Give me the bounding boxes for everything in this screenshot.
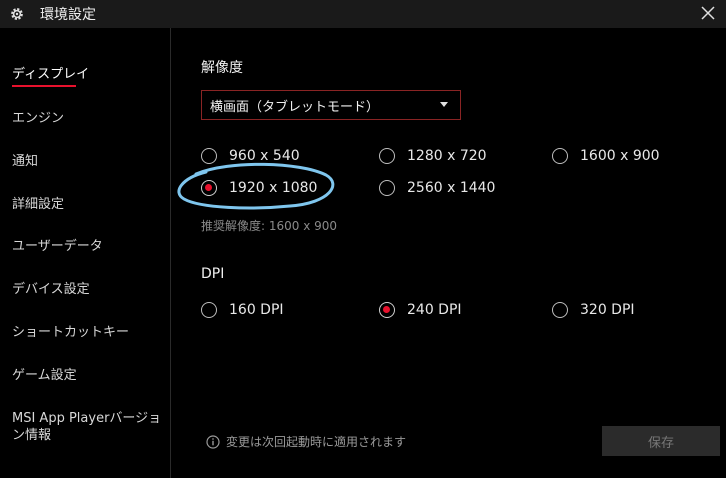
radio-label: 1600 x 900 (580, 148, 660, 164)
display-settings-panel: 解像度 横画面（タブレットモード） 960 x 540 1280 x 720 1… (171, 28, 726, 478)
resolution-option-1600x900[interactable]: 1600 x 900 (552, 148, 660, 164)
active-tab-underline (12, 85, 76, 87)
version-label-line1: MSI App Playerバージョ (12, 411, 162, 426)
sidebar-item-user-data[interactable]: ユーザーデータ (12, 238, 103, 255)
resolution-option-1280x720[interactable]: 1280 x 720 (379, 148, 487, 164)
sidebar-item-engine[interactable]: エンジン (12, 110, 64, 127)
title-bar: 環境設定 (0, 0, 726, 28)
radio-label: 1920 x 1080 (229, 180, 318, 196)
radio-label: 960 x 540 (229, 148, 300, 164)
version-label-line2: ン情報 (12, 428, 52, 443)
radio-circle-selected (201, 180, 217, 196)
radio-label: 240 DPI (407, 302, 462, 318)
window-title: 環境設定 (40, 7, 96, 23)
settings-sidebar: ディスプレイ エンジン 通知 詳細設定 ユーザーデータ デバイス設定 ショートカ… (0, 28, 171, 478)
radio-circle (552, 302, 568, 318)
radio-dot (383, 306, 390, 313)
radio-circle (379, 148, 395, 164)
save-button[interactable]: 保存 (602, 426, 720, 456)
notice-text: 変更は次回起動時に適用されます (226, 435, 407, 449)
resolution-title: 解像度 (201, 60, 243, 76)
sidebar-item-device[interactable]: デバイス設定 (12, 281, 90, 298)
resolution-option-2560x1440[interactable]: 2560 x 1440 (379, 180, 495, 196)
orientation-select-value: 横画面（タブレットモード） (210, 100, 380, 115)
recommended-resolution: 推奨解像度: 1600 x 900 (201, 219, 338, 233)
radio-label: 1280 x 720 (407, 148, 487, 164)
info-icon (206, 434, 220, 449)
gear-icon (11, 8, 23, 20)
sidebar-item-game[interactable]: ゲーム設定 (12, 367, 77, 384)
radio-dot (205, 184, 212, 191)
radio-circle (552, 148, 568, 164)
sidebar-item-display[interactable]: ディスプレイ (12, 66, 89, 83)
dpi-option-240[interactable]: 240 DPI (379, 302, 462, 318)
sidebar-item-version[interactable]: MSI App Playerバージョ ン情報 (12, 410, 161, 444)
radio-label: 2560 x 1440 (407, 180, 496, 196)
orientation-select[interactable]: 横画面（タブレットモード） (201, 90, 461, 120)
close-icon[interactable] (698, 3, 718, 23)
radio-circle (379, 180, 395, 196)
radio-circle-selected (379, 302, 395, 318)
dpi-option-320[interactable]: 320 DPI (552, 302, 635, 318)
radio-circle (201, 148, 217, 164)
dpi-option-160[interactable]: 160 DPI (201, 302, 284, 318)
radio-label: 320 DPI (580, 302, 635, 318)
sidebar-item-shortcuts[interactable]: ショートカットキー (12, 324, 129, 341)
dpi-title: DPI (201, 266, 225, 282)
sidebar-item-notifications[interactable]: 通知 (12, 153, 38, 170)
radio-label: 160 DPI (229, 302, 284, 318)
resolution-option-1920x1080[interactable]: 1920 x 1080 (201, 180, 317, 196)
restart-notice: 変更は次回起動時に適用されます (206, 433, 406, 450)
chevron-down-icon (440, 102, 448, 107)
resolution-option-960x540[interactable]: 960 x 540 (201, 148, 300, 164)
radio-circle (201, 302, 217, 318)
sidebar-item-advanced[interactable]: 詳細設定 (12, 196, 64, 213)
